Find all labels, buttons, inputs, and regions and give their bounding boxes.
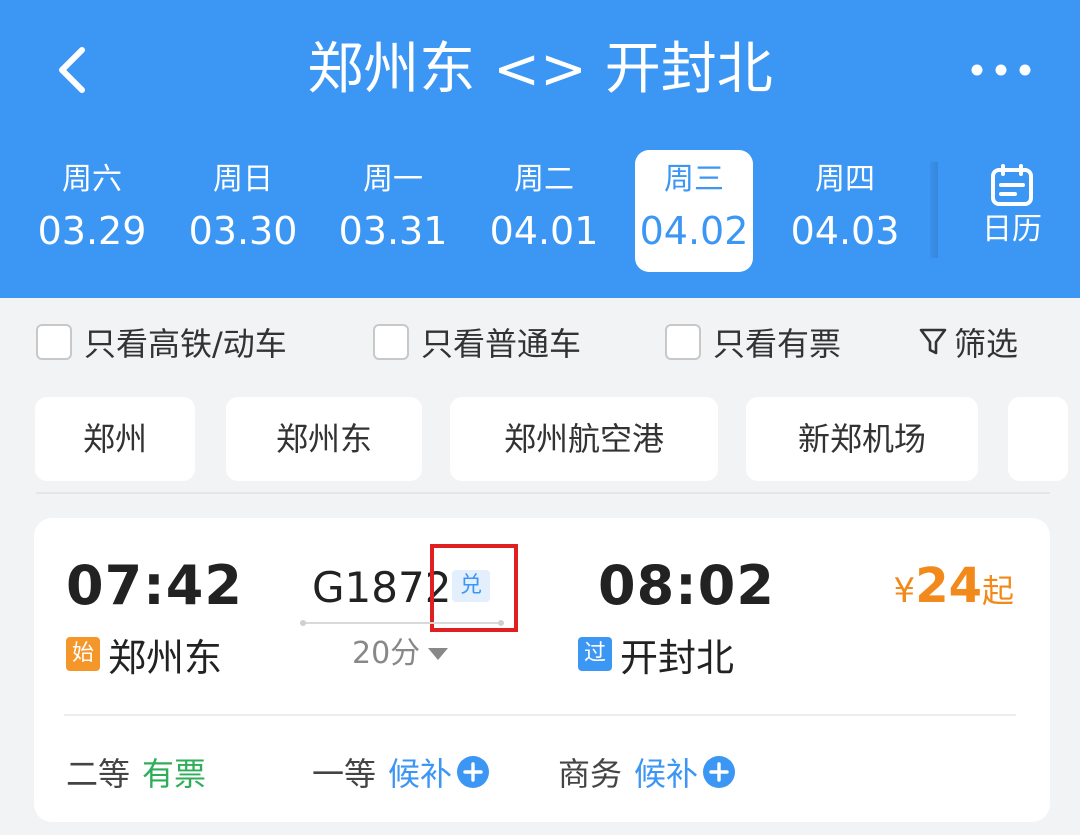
calendar-button[interactable]: 日历 (962, 162, 1062, 262)
checkbox-normal-train[interactable]: 只看普通车 (373, 320, 581, 364)
weekday-label: 周日 (213, 162, 273, 197)
seat-status: 候补 (388, 755, 453, 793)
checkbox-high-speed[interactable]: 只看高铁/动车 (36, 320, 287, 364)
station-chips: 郑州 郑州东 郑州航空港 新郑机场 (0, 384, 1080, 496)
more-dots-icon (971, 64, 1031, 76)
train-card[interactable]: 07:42 G1872 兑 20分 08:02 ¥24起 始 郑州东 过 开封北… (34, 518, 1050, 822)
header-bar: 郑州东 <> 开封北 周六 03.29 周日 03.30 周一 03.31 周二… (0, 0, 1080, 298)
checkbox-box[interactable] (373, 324, 409, 360)
date-label: 04.02 (639, 209, 749, 253)
weekday-label: 周四 (815, 162, 875, 197)
filter-button[interactable]: 筛选 (918, 320, 1018, 364)
calendar-label: 日历 (982, 212, 1042, 247)
triangle-down-icon (428, 648, 449, 660)
departure-station-name: 郑州东 (108, 635, 223, 680)
plus-circle-icon[interactable] (702, 755, 736, 789)
departure-time: 07:42 (66, 554, 243, 617)
station-chip-xinzheng-airport[interactable]: 新郑机场 (746, 397, 978, 481)
date-label: 03.31 (338, 209, 448, 253)
date-label: 03.29 (37, 209, 147, 253)
seat-status: 候补 (634, 755, 699, 793)
checkbox-label: 只看高铁/动车 (84, 325, 287, 363)
date-tab-0329[interactable]: 周六 03.29 (33, 150, 151, 272)
station-chip-zhengzhou[interactable]: 郑州 (35, 397, 195, 481)
calendar-icon (991, 164, 1033, 206)
start-tag: 始 (66, 637, 100, 671)
page-title: 郑州东 <> 开封北 (307, 37, 773, 102)
seat-second-class[interactable]: 二等 有票 (66, 750, 206, 794)
more-button[interactable] (966, 52, 1036, 88)
back-button[interactable] (44, 40, 104, 100)
date-tab-0330[interactable]: 周日 03.30 (184, 150, 302, 272)
route-line (300, 620, 504, 626)
price-currency: ¥ (893, 571, 916, 611)
pass-tag: 过 (578, 637, 612, 671)
chevron-left-icon (59, 47, 85, 93)
weekday-label: 周一 (363, 162, 423, 197)
filter-row: 只看高铁/动车 只看普通车 只看有票 筛选 (0, 298, 1080, 384)
arrival-station: 过 开封北 (578, 628, 734, 680)
station-chip-zhengzhou-east[interactable]: 郑州东 (226, 397, 422, 481)
seat-class-label: 二等 (66, 755, 131, 793)
date-selector: 周六 03.29 周日 03.30 周一 03.31 周二 04.01 周三 0… (0, 150, 1080, 272)
seat-status: 有票 (142, 755, 207, 793)
funnel-icon (919, 328, 947, 355)
weekday-label: 周三 (664, 162, 724, 197)
plus-circle-icon[interactable] (456, 755, 490, 789)
checkbox-label: 只看有票 (713, 325, 842, 363)
checkbox-label: 只看普通车 (421, 325, 582, 363)
date-tab-0403[interactable]: 周四 04.03 (786, 150, 904, 272)
divider (64, 714, 1016, 716)
seat-class-label: 商务 (558, 755, 623, 793)
price: ¥24起 (894, 558, 1014, 614)
date-label: 04.03 (790, 209, 900, 253)
seat-business-class[interactable]: 商务 候补 (558, 750, 736, 794)
highlight-box (430, 544, 518, 632)
checkbox-box[interactable] (665, 324, 701, 360)
weekday-label: 周六 (62, 162, 122, 197)
date-tab-0331[interactable]: 周一 03.31 (334, 150, 452, 272)
price-amount: 24 (915, 558, 982, 614)
divider (36, 492, 1050, 494)
calendar-divider (930, 162, 938, 258)
station-chip-zhengzhou-airport-port[interactable]: 郑州航空港 (450, 397, 718, 481)
duration-toggle[interactable]: 20分 (352, 634, 449, 674)
duration-label: 20分 (352, 636, 421, 671)
arrival-station-name: 开封北 (620, 635, 735, 680)
filter-label: 筛选 (954, 325, 1019, 363)
date-tab-0401[interactable]: 周二 04.01 (485, 150, 603, 272)
arrival-time: 08:02 (598, 554, 775, 617)
seat-first-class[interactable]: 一等 候补 (312, 750, 490, 794)
weekday-label: 周二 (514, 162, 574, 197)
checkbox-box[interactable] (36, 324, 72, 360)
date-label: 04.01 (489, 209, 599, 253)
checkbox-available-only[interactable]: 只看有票 (665, 320, 841, 364)
station-chip-partial[interactable] (1008, 397, 1068, 481)
date-tab-0402[interactable]: 周三 04.02 (635, 150, 753, 272)
seat-class-label: 一等 (312, 755, 377, 793)
date-label: 03.30 (188, 209, 298, 253)
departure-station: 始 郑州东 (66, 628, 222, 680)
price-suffix: 起 (981, 572, 1014, 610)
